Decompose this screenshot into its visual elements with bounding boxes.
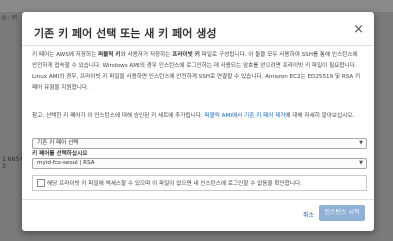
close-icon[interactable]: × (353, 23, 364, 36)
keypair-field-label: 키 페어를 선택하십시오 (32, 151, 88, 157)
divider (22, 199, 374, 200)
background-header (0, 0, 393, 12)
background-text: 1.665+ (2, 156, 25, 163)
description-bold: 퍼블릭 키 (98, 52, 121, 58)
modal-title: 기존 키 페어 선택 또는 새 키 페어 생성 (34, 27, 217, 40)
description-bold: 프라이빗 키 (172, 52, 200, 58)
background-text: 3 (2, 163, 6, 170)
launch-instance-button[interactable]: 인스턴스 시작 (319, 205, 365, 221)
modal-description: 키 페어는 AWS에 저장하는 퍼블릭 키와 사용자가 저장하는 프라이빗 키 … (32, 50, 364, 94)
select-value: 기존 키 페어 선택 (37, 140, 79, 146)
cancel-button[interactable]: 취소 (303, 210, 314, 219)
acknowledge-checkbox[interactable] (37, 179, 45, 187)
keypair-mode-select[interactable]: 기존 키 페어 선택 ▼ (32, 138, 367, 149)
description-text: 키 페어는 AWS에 저장하는 (32, 52, 99, 58)
acknowledge-row[interactable]: 해당 프라이빗 키 파일에 액세스할 수 있으며 이 파일이 없으면 내 인스턴… (32, 175, 367, 191)
acknowledge-text: 해당 프라이빗 키 파일에 액세스할 수 있으며 이 파일이 없으면 내 인스턴… (47, 181, 302, 187)
note-text: 에 대해 자세히 알아보십시오. (285, 113, 355, 119)
chevron-down-icon: ▼ (359, 140, 363, 146)
description-text: 와 사용자가 저장하는 (120, 52, 173, 58)
select-value: myid-fcs-seoul | RSA (37, 160, 95, 166)
note-text: 참고: 선택한 키 페어가 이 인스턴스에 대해 승인된 키 세트에 추가됩니다… (32, 113, 205, 119)
keypair-modal: 기존 키 페어 선택 또는 새 키 페어 생성 × 키 페어는 AWS에 저장하… (22, 12, 374, 231)
remove-keypair-link[interactable]: 퍼블릭 AMI에서 기존 키 페어 제거 (204, 113, 285, 119)
divider (22, 45, 374, 46)
chevron-down-icon: ▼ (359, 160, 363, 166)
keypair-select[interactable]: myid-fcs-seoul | RSA ▼ (32, 158, 367, 169)
modal-note: 참고: 선택한 키 페어가 이 인스턴스에 대해 승인된 키 세트에 추가됩니다… (32, 111, 364, 122)
background-text: 0 : 키 (2, 15, 18, 22)
